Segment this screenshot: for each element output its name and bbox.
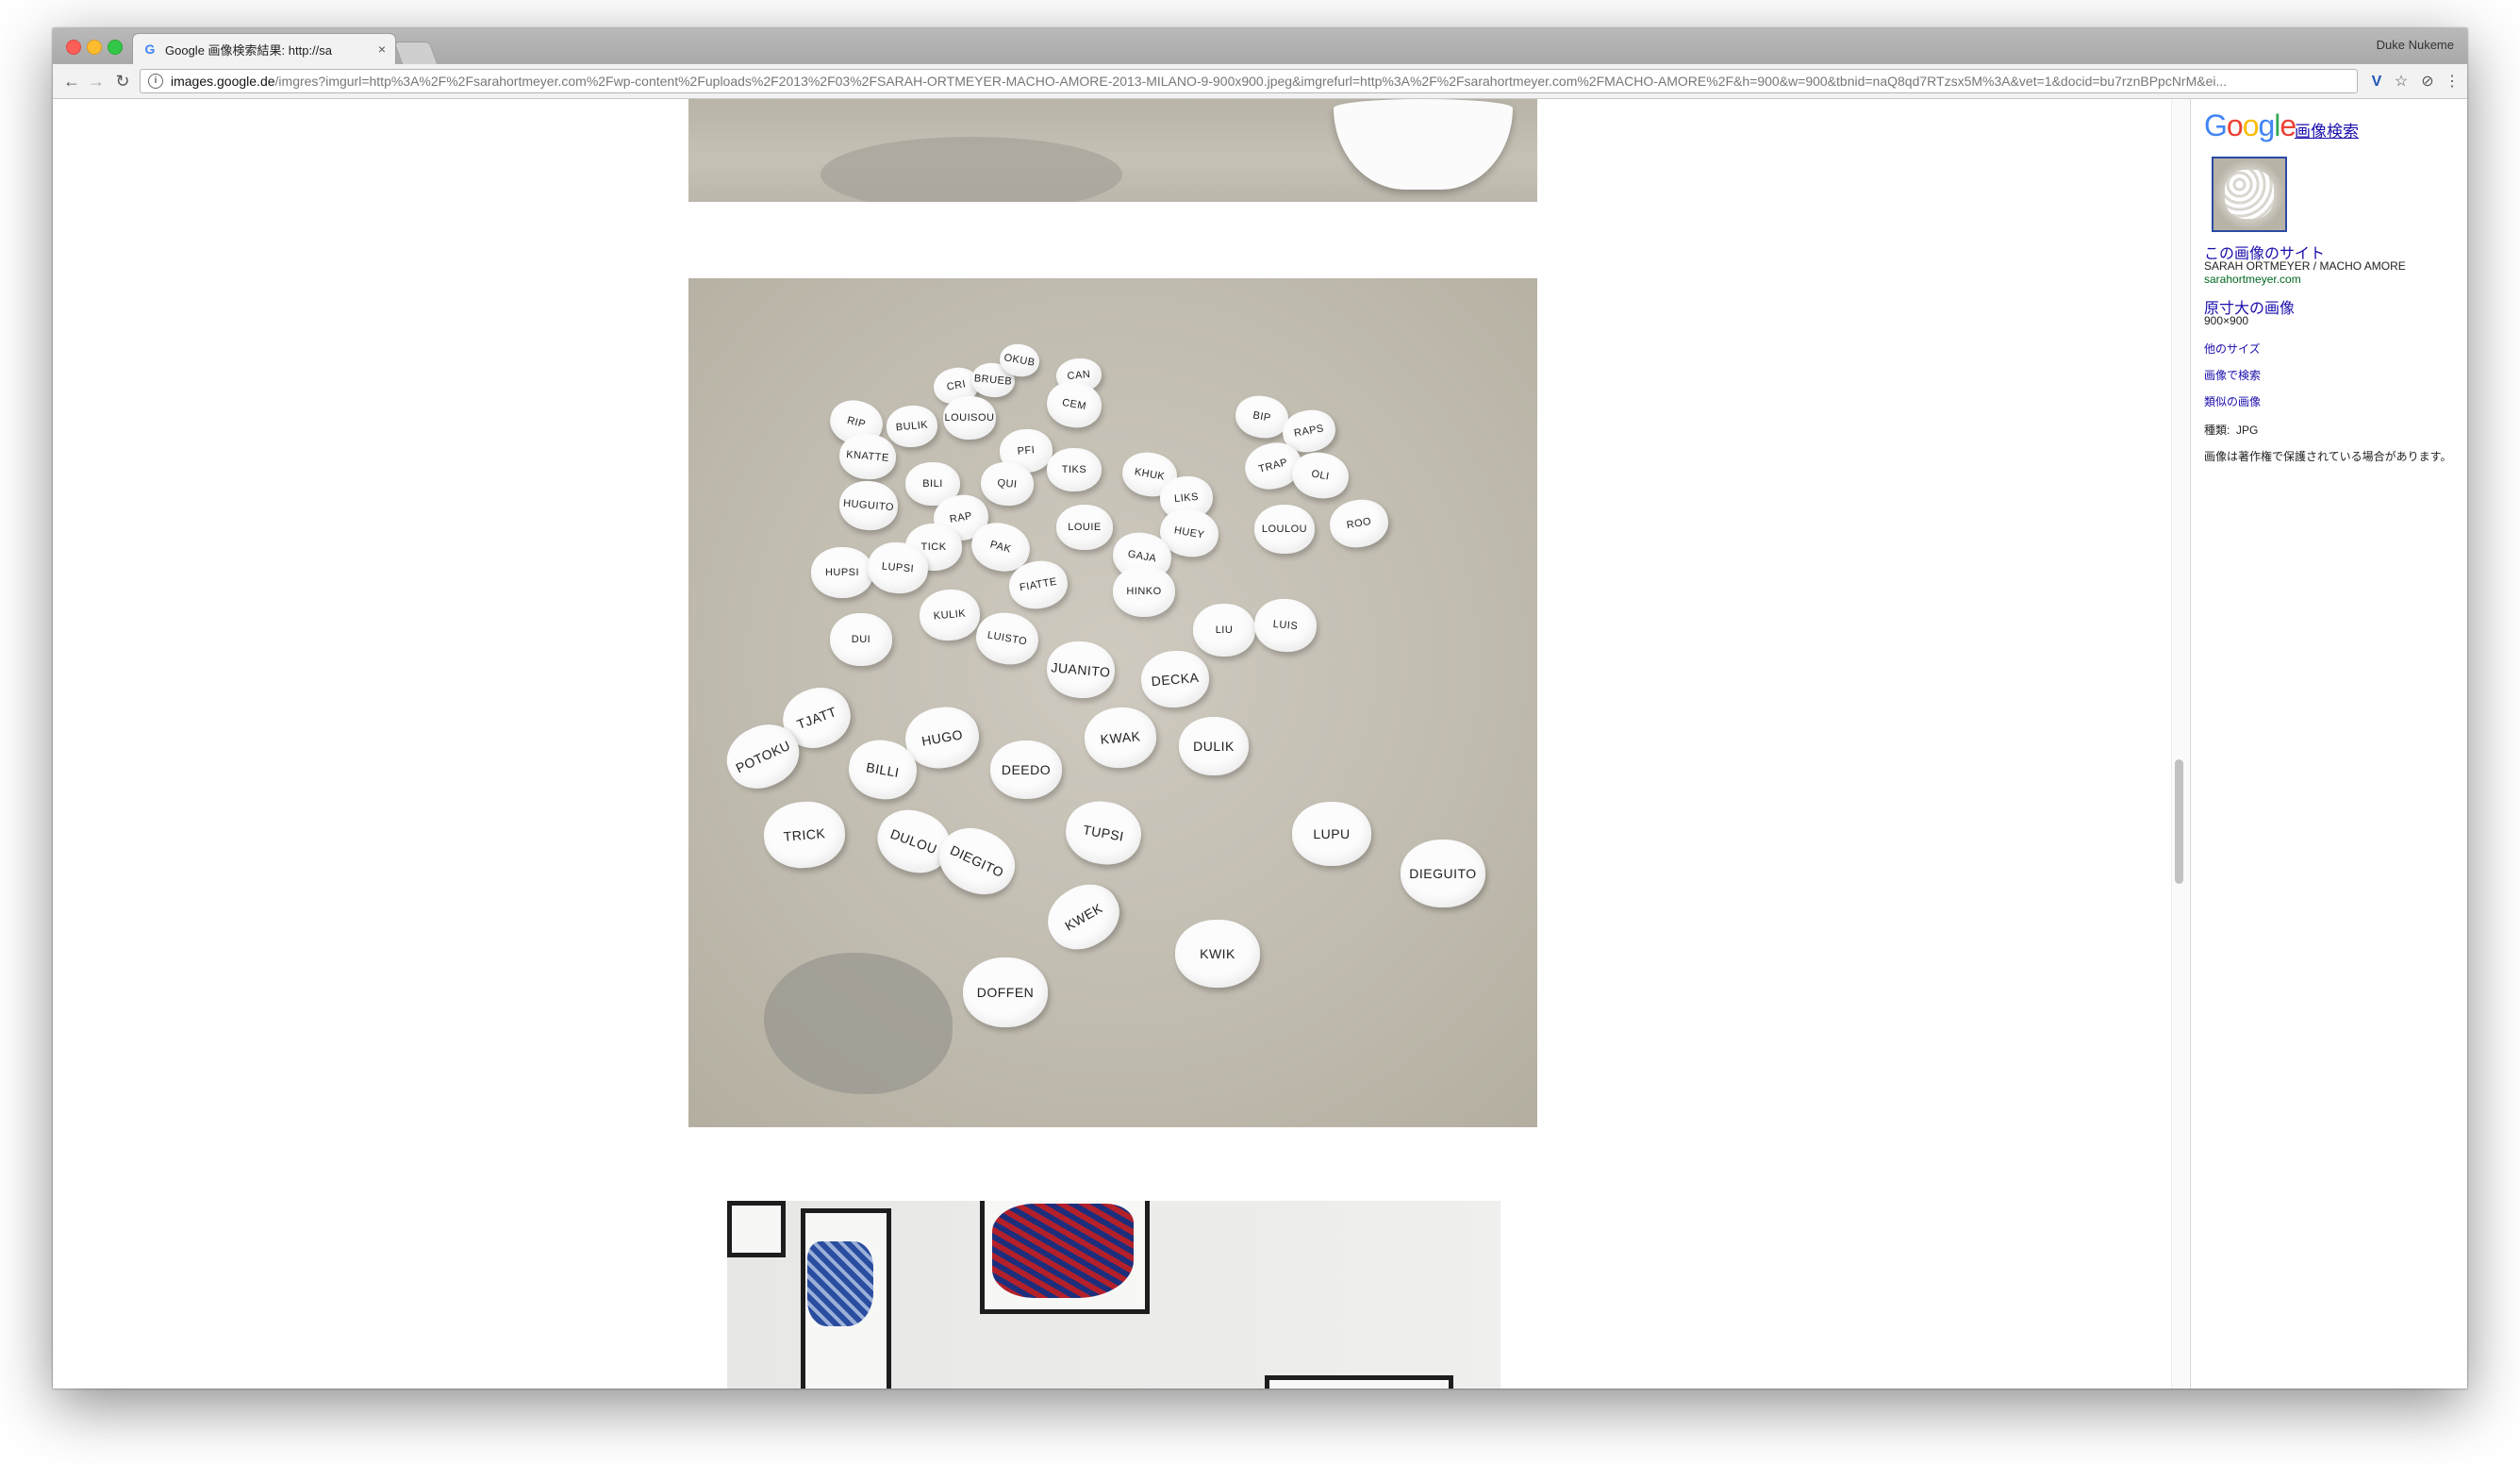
framed-artwork <box>727 1201 786 1257</box>
cap-knatte: KNATTE <box>837 431 898 482</box>
title-bar: G Google 画像検索結果: http://sa × Duke Nukeme <box>53 28 2467 65</box>
cap-roo: ROO <box>1326 494 1392 553</box>
framed-artwork <box>980 1201 1150 1314</box>
cap-doffen: DOFFEN <box>963 957 1048 1027</box>
type-label: 種類: <box>2204 424 2230 437</box>
cap-kwak: KWAK <box>1082 704 1159 772</box>
next-image[interactable] <box>727 1201 1500 1389</box>
browser-tab[interactable]: G Google 画像検索結果: http://sa × <box>132 33 396 64</box>
main-image-white-caps[interactable]: CRI BRUEB CAN OKUB RIP BULIK LOUISOU CEM BIP RAPS… <box>688 278 1537 1127</box>
blue-shirt-artwork <box>807 1241 873 1326</box>
minimize-window-button[interactable] <box>87 40 102 55</box>
logo-letter: o <box>2242 108 2260 142</box>
url-path: /imgres?imgurl=http%3A%2F%2Fsarahortmeye… <box>274 74 2228 89</box>
cap-luisto: LUISTO <box>971 607 1043 670</box>
image-type: 種類: JPG <box>2204 422 2258 438</box>
site-domain: sarahortmeyer.com <box>2204 273 2301 286</box>
cap-louisou: LOUISOU <box>943 396 996 440</box>
puddle-shape <box>821 137 1122 202</box>
framed-artwork <box>1265 1375 1453 1389</box>
site-title: SARAH ORTMEYER / MACHO AMORE <box>2204 259 2406 273</box>
site-info-icon[interactable]: i <box>148 74 163 89</box>
url-domain: images.google.de <box>171 74 275 89</box>
similar-images-link[interactable]: 類似の画像 <box>2204 393 2261 409</box>
image-search-link[interactable]: 画像検索 <box>2295 118 2359 141</box>
cap-kwik: KWIK <box>1175 920 1260 988</box>
bookmark-star-icon[interactable]: ☆ <box>2392 73 2411 92</box>
tab-title: Google 画像検索結果: http://sa <box>165 42 333 58</box>
browser-toolbar: ← → ↻ i images.google.de /imgres?imgurl=… <box>53 64 2467 99</box>
logo-letter: g <box>2258 108 2275 142</box>
browser-menu-icon[interactable]: ⋮ <box>2443 73 2462 92</box>
image-dimensions: 900×900 <box>2204 314 2249 327</box>
logo-letter: o <box>2226 108 2244 142</box>
cap-deedo: DEEDO <box>990 740 1062 799</box>
address-bar[interactable]: i images.google.de /imgres?imgurl=http%3… <box>140 69 2358 93</box>
scrollbar-track[interactable] <box>2171 99 2189 1389</box>
cap-tupsi: TUPSI <box>1060 795 1147 871</box>
new-tab-button[interactable] <box>393 42 439 65</box>
cap-luis: LUIS <box>1252 596 1319 655</box>
forward-arrow-icon[interactable]: → <box>85 70 108 92</box>
cap-tiks: TIKS <box>1047 448 1102 491</box>
page-content: CRI BRUEB CAN OKUB RIP BULIK LOUISOU CEM BIP RAPS… <box>53 99 2467 1389</box>
red-shirt-artwork <box>992 1204 1134 1298</box>
type-value: JPG <box>2236 424 2259 437</box>
cap-decka: DECKA <box>1138 647 1212 711</box>
framed-artwork <box>801 1208 891 1389</box>
logo-letter: G <box>2204 108 2228 142</box>
extension-icon[interactable]: ⊘ <box>2418 73 2437 92</box>
cap-trick: TRICK <box>761 798 848 872</box>
cap-bulik: BULIK <box>885 403 939 450</box>
browser-window: G Google 画像検索結果: http://sa × Duke Nukeme… <box>53 28 2467 1389</box>
other-sizes-link[interactable]: 他のサイズ <box>2204 341 2261 357</box>
reload-icon[interactable]: ↻ <box>111 70 134 92</box>
cap-lupu: LUPU <box>1292 802 1371 866</box>
logo-letter: e <box>2280 108 2296 142</box>
scrollbar-thumb[interactable] <box>2175 759 2183 884</box>
back-arrow-icon[interactable]: ← <box>60 70 83 92</box>
cap-dulik: DULIK <box>1179 717 1249 775</box>
google-favicon-icon: G <box>144 42 156 57</box>
cap-loulou: LOULOU <box>1254 505 1315 554</box>
image-details-panel: Google 画像検索 この画像のサイト SARAH ORTMEYER / MA… <box>2190 99 2467 1389</box>
close-window-button[interactable] <box>66 40 81 55</box>
cap-huguito: HUGUITO <box>837 478 901 533</box>
white-cap-shape <box>1334 99 1513 190</box>
google-logo[interactable]: Google <box>2204 108 2296 143</box>
image-thumbnail[interactable] <box>2212 157 2287 232</box>
tab-close-icon[interactable]: × <box>378 42 386 57</box>
cap-kulik: KULIK <box>917 587 983 643</box>
puddle-shape <box>764 953 953 1094</box>
cap-liu: LIU <box>1193 604 1255 657</box>
cap-kwek: KWEK <box>1036 872 1131 962</box>
profile-name[interactable]: Duke Nukeme <box>2377 38 2454 52</box>
maximize-window-button[interactable] <box>108 40 123 55</box>
cap-louie: LOUIE <box>1056 505 1113 550</box>
previous-image[interactable] <box>688 99 1537 202</box>
extension-v-icon[interactable]: V <box>2367 73 2386 92</box>
cap-juanito: JUANITO <box>1044 638 1118 702</box>
cap-dui: DUI <box>830 613 892 666</box>
cap-hinko: HINKO <box>1113 566 1175 617</box>
copyright-notice: 画像は著作権で保護されている場合があります。 <box>2204 450 2452 463</box>
cap-hupsi: HUPSI <box>811 547 873 598</box>
cap-dieguito: DIEGUITO <box>1401 840 1485 907</box>
search-by-image-link[interactable]: 画像で検索 <box>2204 367 2261 383</box>
